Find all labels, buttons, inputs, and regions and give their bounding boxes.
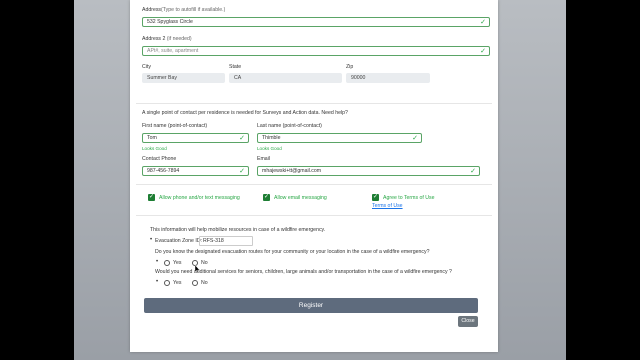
city-label: City [142, 64, 151, 70]
emergency-intro: This information will help mobilize reso… [150, 227, 326, 233]
register-button[interactable]: Register [144, 298, 478, 313]
check-icon: ✓ [239, 168, 245, 175]
zip-input: 90000 [346, 73, 430, 83]
section-divider [136, 215, 492, 216]
close-button[interactable]: Close [458, 316, 478, 327]
phone-input[interactable]: 987-456-7894 ✓ [142, 166, 249, 176]
email-input[interactable]: mhajewski+tt@gmail.com ✓ [257, 166, 480, 176]
check-icon: ✓ [470, 168, 476, 175]
address-label: Address(Type to autofill if available.) [142, 7, 226, 13]
city-input: Summer Bay [142, 73, 225, 83]
q1-yes-radio[interactable] [164, 260, 170, 266]
last-name-input[interactable]: Thimble ✓ [257, 133, 422, 143]
checkmark-icon: ✓ [372, 194, 379, 200]
q2-yes-label: Yes [173, 280, 182, 286]
last-name-feedback: Looks Good [257, 146, 282, 151]
last-name-label: Last name (point-of-contact) [257, 123, 322, 129]
check-icon: ✓ [412, 135, 418, 142]
q1-yes-label: Yes [173, 260, 182, 266]
state-input: CA [229, 73, 342, 83]
first-name-label: First name (point-of-contact) [142, 123, 208, 129]
q2-no-label: No [201, 280, 208, 286]
list-bullet: • [150, 237, 153, 243]
list-bullet: • [156, 259, 159, 265]
check-icon: ✓ [480, 19, 486, 26]
zip-label: Zip [346, 64, 354, 70]
contact-note: A single point of contact per residence … [142, 110, 348, 116]
address-input[interactable]: 532 Spyglass Circle ✓ [142, 17, 490, 27]
question-evacuation-routes: Do you know the designated evacuation ro… [155, 249, 430, 255]
checkmark-icon: ✓ [263, 194, 270, 200]
terms-label: Agree to Terms of Use [383, 195, 435, 201]
address2-label: Address 2 (if needed) [142, 36, 192, 42]
email-consent-checkbox[interactable]: ✓ [263, 194, 270, 201]
terms-checkbox[interactable]: ✓ [372, 194, 379, 201]
phone-label: Contact Phone [142, 156, 177, 162]
list-bullet: • [156, 279, 159, 285]
q2-no-radio[interactable] [192, 280, 198, 286]
phone-consent-checkbox[interactable]: ✓ [148, 194, 155, 201]
terms-link[interactable]: Terms of Use [372, 203, 403, 209]
mouse-pointer-icon [195, 265, 200, 273]
address2-input[interactable]: APt#, suite, apartment ✓ [142, 46, 490, 56]
email-consent-label: Allow email messaging [274, 195, 327, 201]
section-divider [136, 184, 492, 185]
check-icon: ✓ [239, 135, 245, 142]
first-name-input[interactable]: Tom ✓ [142, 133, 249, 143]
q2-yes-radio[interactable] [164, 280, 170, 286]
state-label: State [229, 64, 242, 70]
email-label: Email [257, 156, 270, 162]
phone-consent-label: Allow phone and/or text messaging [159, 195, 240, 201]
checkmark-icon: ✓ [148, 194, 155, 200]
evacuation-zone-label: Evacuation Zone ID: [155, 238, 203, 244]
section-divider [136, 103, 492, 104]
evacuation-zone-input[interactable]: RFS-318 [199, 236, 253, 246]
q1-no-label: No [201, 260, 208, 266]
check-icon: ✓ [480, 48, 486, 55]
first-name-feedback: Looks Good [142, 146, 167, 151]
